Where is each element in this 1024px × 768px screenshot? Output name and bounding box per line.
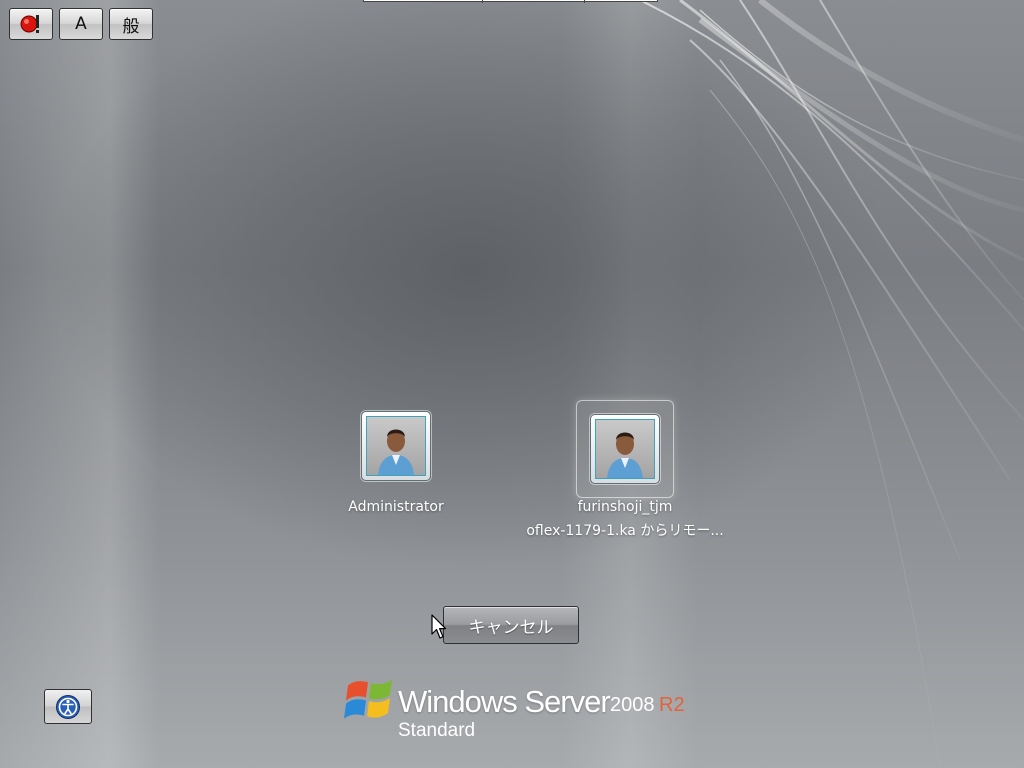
user-avatar-icon xyxy=(607,432,643,478)
input-mode-label: A xyxy=(75,14,87,34)
user-name: furinshoji_tjm xyxy=(577,499,673,515)
background-swirl xyxy=(639,0,1024,768)
user-picture-frame xyxy=(590,414,660,484)
user-avatar-icon xyxy=(378,429,414,475)
product-edition: Standard xyxy=(398,720,476,741)
mouse-pointer-icon xyxy=(431,614,447,639)
user-remote-status: oflex-1179-1.ka からリモー... xyxy=(526,523,724,539)
conversion-mode-button[interactable]: 般 xyxy=(109,8,153,40)
user-name: Administrator xyxy=(348,499,444,515)
conversion-mode-label: 般 xyxy=(122,16,140,37)
ime-indicator-icon xyxy=(20,15,39,33)
ease-of-access-button[interactable] xyxy=(44,689,92,724)
product-release: R2 xyxy=(659,694,685,716)
user-tile-administrator[interactable]: Administrator xyxy=(296,404,496,516)
cancel-button[interactable]: キャンセル xyxy=(443,606,579,644)
input-mode-button[interactable]: A xyxy=(59,8,103,40)
input-indicator-button[interactable] xyxy=(9,8,53,40)
user-tile-furinshoji-tjm[interactable]: furinshoji_tjm oflex-1179-1.ka からリモー... xyxy=(525,400,725,540)
cancel-button-label: キャンセル xyxy=(468,617,554,638)
windows-server-branding: Windows Server 2008 R2 Standard xyxy=(342,672,692,742)
user-picture-frame xyxy=(361,411,431,481)
product-version: 2008 xyxy=(610,694,655,716)
top-edge-strip xyxy=(363,0,658,3)
windows-flag-logo xyxy=(344,679,392,719)
product-name: Windows Server xyxy=(398,684,611,719)
ease-of-access-icon xyxy=(56,694,80,719)
